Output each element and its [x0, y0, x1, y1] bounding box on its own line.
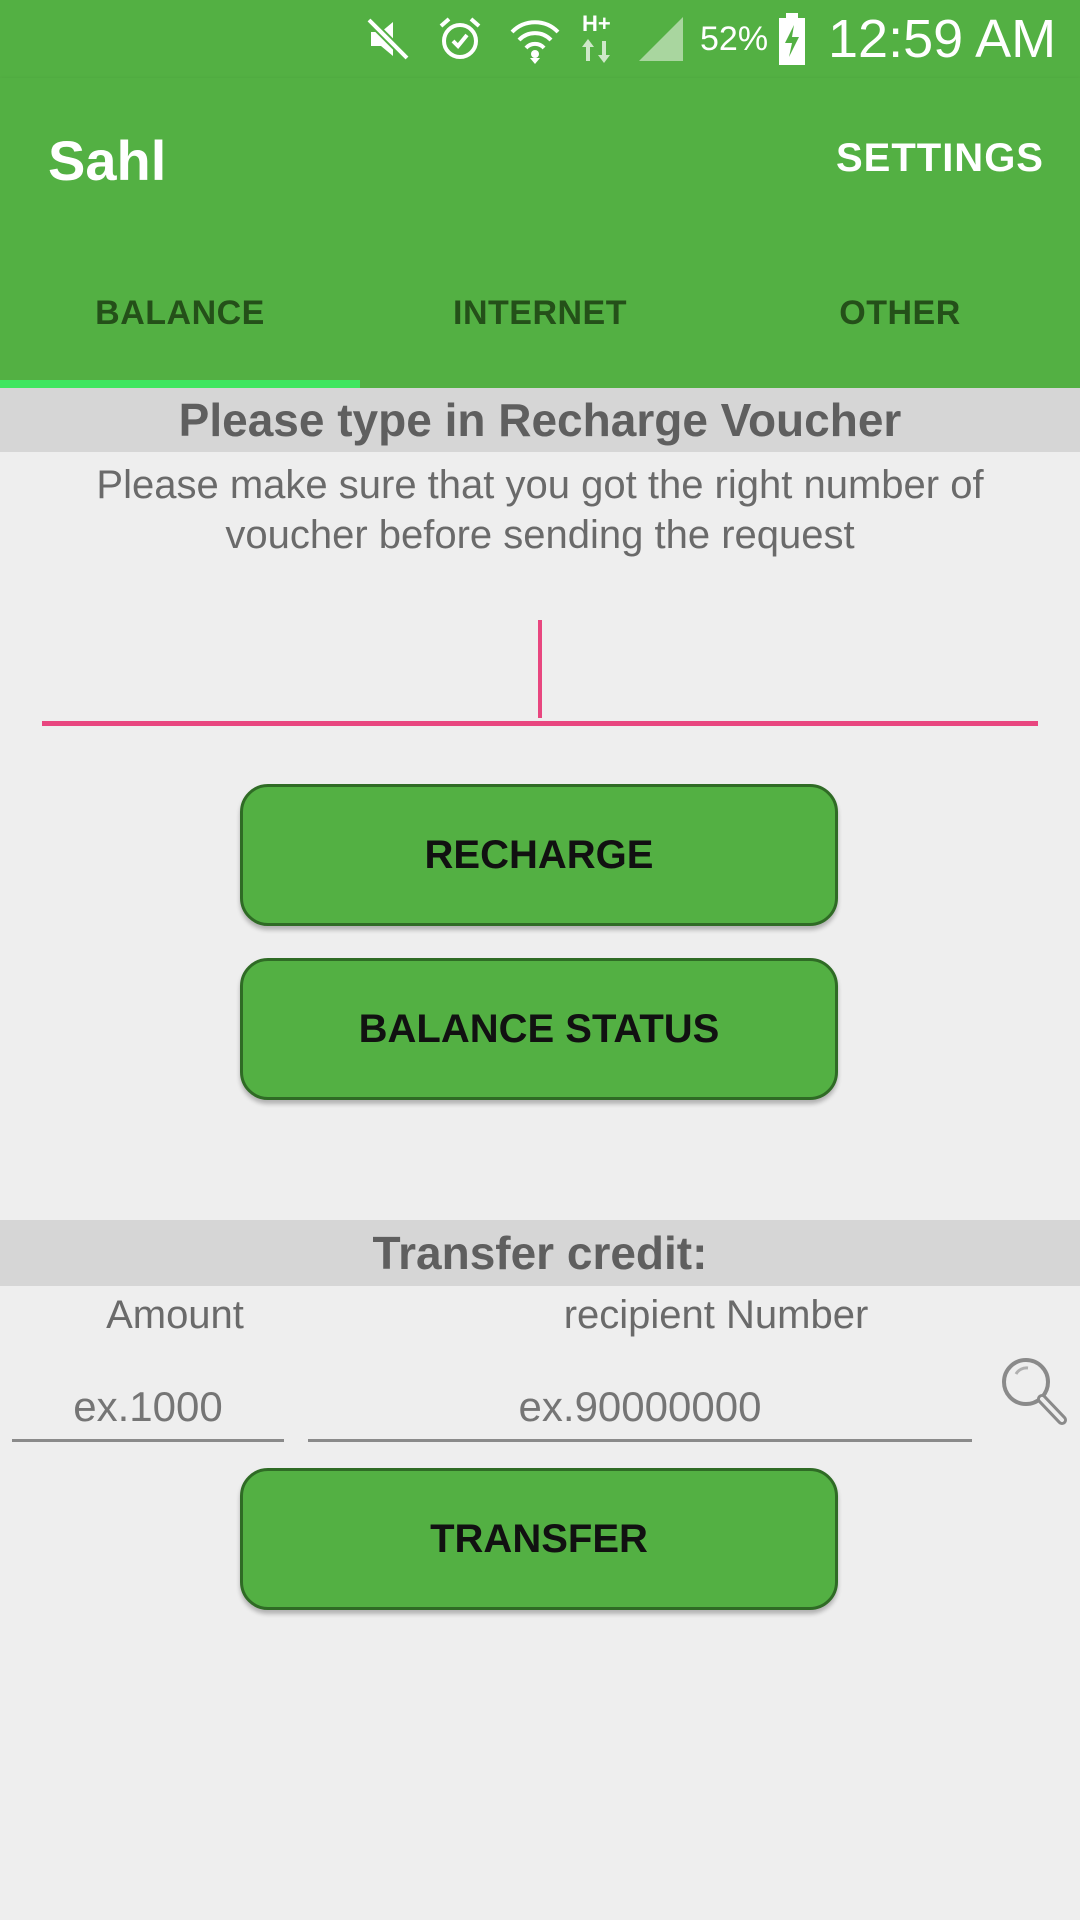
balance-status-button[interactable]: BALANCE STATUS: [240, 958, 838, 1100]
status-bar: H+ 52% 12:59 AM: [0, 0, 1080, 78]
text-cursor: [538, 620, 542, 718]
tab-indicator: [0, 380, 360, 388]
transfer-button[interactable]: TRANSFER: [240, 1468, 838, 1610]
battery-charging-icon: [774, 10, 810, 68]
hplus-data-icon: H+: [578, 10, 626, 68]
tab-other[interactable]: OTHER: [720, 238, 1080, 388]
cell-signal-icon: [636, 10, 686, 68]
recharge-button[interactable]: RECHARGE: [240, 784, 838, 926]
app-bar: Sahl SETTINGS BALANCE INTERNET OTHER: [0, 78, 1080, 388]
tab-bar: BALANCE INTERNET OTHER: [0, 238, 1080, 388]
alarm-icon: [432, 10, 488, 68]
contact-search-button[interactable]: [994, 1352, 1072, 1432]
recipient-number-field[interactable]: [308, 1374, 972, 1442]
recharge-help-text: Please make sure that you got the right …: [96, 463, 984, 557]
transfer-section-header: Transfer credit:: [0, 1220, 1080, 1286]
recipient-number-label: recipient Number: [563, 1293, 869, 1337]
tab-internet[interactable]: INTERNET: [360, 238, 720, 388]
search-icon: [996, 1352, 1070, 1433]
svg-text:H+: H+: [582, 11, 611, 36]
mute-icon: [360, 10, 416, 68]
amount-label: Amount: [106, 1293, 244, 1337]
app-title: Sahl: [48, 129, 167, 192]
tab-balance[interactable]: BALANCE: [0, 238, 360, 388]
clock: 12:59 AM: [828, 9, 1057, 69]
amount-field[interactable]: [12, 1374, 284, 1442]
wifi-icon: [506, 10, 564, 68]
recharge-section-header: Please type in Recharge Voucher: [0, 388, 1080, 452]
settings-button[interactable]: SETTINGS: [836, 136, 1044, 181]
battery-percent: 52%: [700, 20, 769, 58]
